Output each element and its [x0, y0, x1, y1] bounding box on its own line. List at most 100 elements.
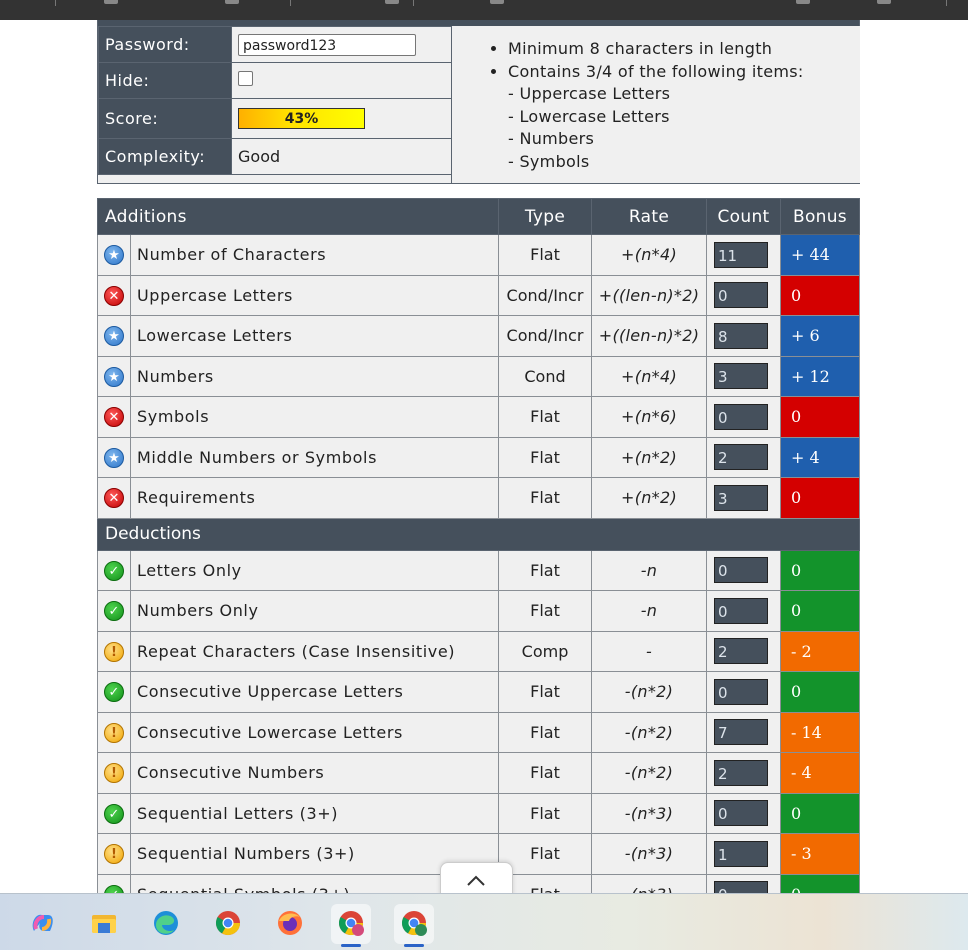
- table-row: ✕ Requirements Flat +(n*2) 3 0: [97, 477, 860, 519]
- criterion-rate: -: [591, 630, 707, 672]
- criterion-rate: +(n*4): [591, 355, 707, 397]
- bonus-value: 0: [780, 477, 860, 519]
- taskbar-copilot[interactable]: [22, 904, 62, 944]
- chrome-profile-icon-2: [401, 911, 427, 936]
- rate-header: Rate: [591, 198, 707, 235]
- criterion-type: Cond/Incr: [498, 274, 592, 316]
- criterion-rate: -(n*2): [591, 752, 707, 794]
- count-field: 0: [714, 800, 768, 827]
- bonus-value: - 4: [780, 752, 860, 794]
- table-row: ✓ Sequential Letters (3+) Flat -(n*3) 0 0: [97, 792, 860, 834]
- bonus-info-icon: ★: [104, 245, 124, 265]
- bonus-info-icon: ★: [104, 366, 124, 387]
- count-field: 1: [714, 840, 768, 867]
- count-field: 0: [714, 282, 768, 309]
- taskbar-firefox[interactable]: [270, 904, 310, 944]
- requirement-item: Minimum 8 characters in length: [508, 38, 860, 61]
- criterion-name: Consecutive Numbers: [130, 752, 499, 794]
- criterion-type: Flat: [498, 234, 592, 276]
- taskbar-chrome-profile-2[interactable]: [394, 904, 434, 947]
- taskbar-edge[interactable]: [146, 904, 186, 944]
- criterion-type: Flat: [498, 549, 592, 591]
- criterion-name: Repeat Characters (Case Insensitive): [130, 630, 499, 672]
- count-field: 0: [714, 597, 768, 624]
- complexity-value: Good: [231, 138, 453, 175]
- table-row: ✓ Consecutive Uppercase Letters Flat -(n*2)…: [97, 671, 860, 713]
- requirement-subitem: - Symbols: [508, 151, 590, 171]
- count-field: 2: [714, 444, 768, 471]
- pass-check-icon: ✓: [104, 601, 124, 621]
- table-row: ✕ Symbols Flat +(n*6) 0 0: [97, 396, 860, 438]
- taskbar-chrome[interactable]: [208, 904, 248, 944]
- criterion-type: Flat: [498, 590, 592, 632]
- warning-icon: !: [104, 722, 124, 743]
- score-breakdown-table: Additions Type Rate Count Bonus ★ Number …: [97, 198, 860, 915]
- count-field: 8: [714, 322, 768, 349]
- password-label: Password:: [98, 26, 232, 63]
- password-input[interactable]: password123: [238, 33, 416, 56]
- count-field: 7: [714, 719, 768, 746]
- score-bar: 43%: [238, 108, 365, 129]
- criterion-rate: +(n*6): [591, 396, 707, 438]
- chrome-profile-icon: [338, 911, 364, 936]
- criterion-name: Requirements: [130, 477, 499, 519]
- count-field: 3: [714, 484, 768, 511]
- hide-checkbox[interactable]: [238, 71, 253, 86]
- edge-icon: [154, 911, 178, 935]
- criterion-type: Flat: [498, 671, 592, 713]
- bonus-value: + 6: [780, 315, 860, 357]
- chrome-icon: [215, 911, 240, 936]
- count-field: 2: [714, 638, 768, 665]
- table-row: ★ Numbers Cond +(n*4) 3 + 12: [97, 355, 860, 397]
- criterion-name: Numbers Only: [130, 590, 499, 632]
- criterion-name: Letters Only: [130, 549, 499, 591]
- bonus-value: + 44: [780, 234, 860, 276]
- pass-check-icon: ✓: [104, 682, 124, 702]
- criterion-type: Flat: [498, 711, 592, 753]
- criterion-type: Flat: [498, 436, 592, 478]
- failure-icon: ✕: [104, 285, 124, 306]
- bonus-info-icon: ★: [104, 326, 124, 346]
- bonus-value: 0: [780, 792, 860, 834]
- criterion-type: Flat: [498, 477, 592, 519]
- criterion-type: Flat: [498, 792, 592, 834]
- bonus-info-icon: ★: [104, 447, 124, 468]
- criterion-name: Lowercase Letters: [130, 315, 499, 357]
- criterion-type: Flat: [498, 752, 592, 794]
- taskbar-file-explorer[interactable]: [84, 904, 124, 944]
- scroll-to-top-button[interactable]: [440, 862, 513, 897]
- count-field: 0: [714, 403, 768, 430]
- bonus-value: 0: [780, 671, 860, 713]
- taskbar-chrome-profile[interactable]: [331, 904, 371, 947]
- warning-icon: !: [104, 844, 124, 864]
- deductions-header: Deductions: [97, 517, 860, 551]
- additions-header: Additions: [97, 198, 499, 235]
- table-row: ! Repeat Characters (Case Insensitive) Com…: [97, 630, 860, 672]
- bonus-header: Bonus: [780, 198, 860, 235]
- failure-icon: ✕: [104, 407, 124, 427]
- requirements-box: Minimum 8 characters in length Contains …: [451, 26, 860, 183]
- criterion-name: Symbols: [130, 396, 499, 438]
- count-field: 2: [714, 759, 768, 786]
- bonus-value: - 3: [780, 833, 860, 875]
- criterion-name: Numbers: [130, 355, 499, 397]
- requirement-subitem: - Lowercase Letters: [508, 106, 670, 126]
- table-row: ! Consecutive Numbers Flat -(n*2) 2 - 4: [97, 752, 860, 794]
- criterion-type: Cond/Incr: [498, 315, 592, 357]
- criterion-type: Comp: [498, 630, 592, 672]
- requirement-subitem: - Numbers: [508, 129, 595, 149]
- count-field: 0: [714, 557, 768, 584]
- criterion-name: Number of Characters: [130, 234, 499, 276]
- taskbar: [0, 893, 968, 950]
- complexity-label: Complexity:: [98, 138, 232, 175]
- criterion-type: Cond: [498, 355, 592, 397]
- criterion-name: Sequential Letters (3+): [130, 792, 499, 834]
- table-row: ★ Middle Numbers or Symbols Flat +(n*2) 2 + 4: [97, 436, 860, 478]
- requirement-subitem: - Uppercase Letters: [508, 84, 671, 104]
- firefox-icon: [278, 911, 302, 935]
- table-row: ★ Lowercase Letters Cond/Incr +((len-n)*2) 8…: [97, 315, 860, 357]
- criterion-rate: -n: [591, 549, 707, 591]
- criterion-rate: -(n*3): [591, 792, 707, 834]
- warning-icon: !: [104, 763, 124, 783]
- requirement-item: Contains 3/4 of the following items:: [508, 61, 860, 84]
